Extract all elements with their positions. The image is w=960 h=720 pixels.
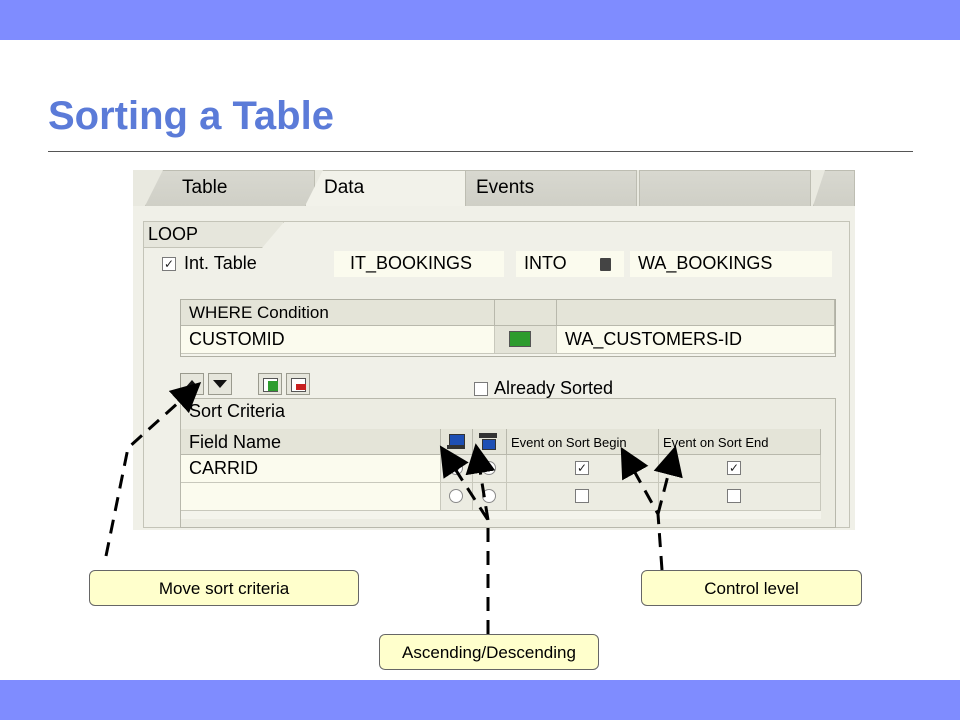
- callout-control-level: Control level: [641, 570, 862, 606]
- arrow-control-end: [653, 445, 683, 515]
- callout-move-sort-criteria: Move sort criteria: [89, 570, 359, 606]
- arrow-control-begin: [620, 446, 664, 571]
- annotation-arrows: [104, 381, 683, 634]
- arrow-move-sort: [104, 381, 202, 557]
- callout-ascending-descending: Ascending/Descending: [379, 634, 599, 670]
- bottom-band: [0, 680, 960, 720]
